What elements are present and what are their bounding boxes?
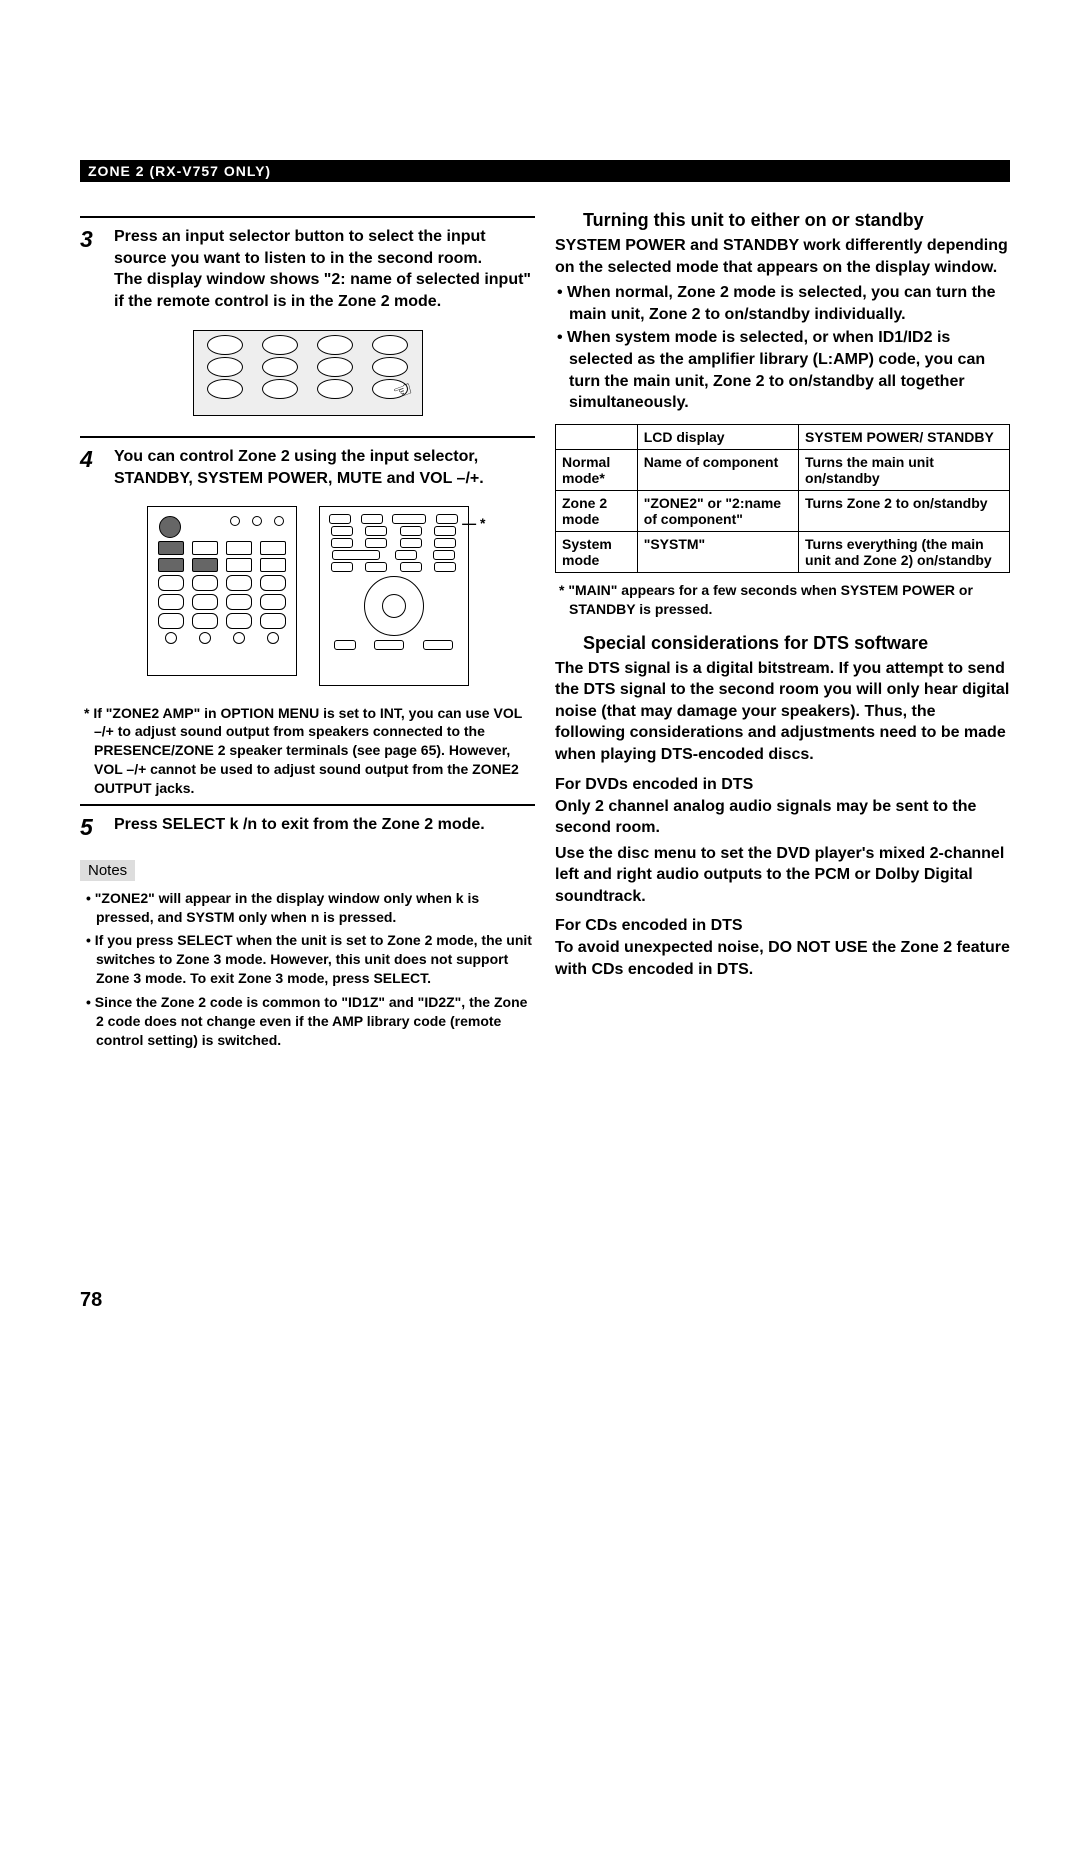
step-body: Press an input selector button to select… (114, 226, 535, 312)
cell: Turns everything (the main unit and Zone… (799, 531, 1010, 572)
intro-paragraph: SYSTEM POWER and STANDBY work differentl… (555, 235, 1010, 278)
page-number: 78 (80, 1289, 102, 1312)
footnote-text: If "ZONE2 AMP" in OPTION MENU is set to … (93, 705, 522, 797)
dvd-dts-p1: Only 2 channel analog audio signals may … (555, 796, 1010, 839)
input-selector-figure (80, 330, 535, 416)
step-5: 5 Press SELECT k /n to exit from the Zon… (80, 814, 535, 842)
step-number: 3 (80, 226, 114, 312)
step-number: 5 (80, 814, 114, 842)
table-row: Normal mode* Name of component Turns the… (556, 449, 1010, 490)
bullet-2: When system mode is selected, or when ID… (555, 327, 1010, 413)
note-2: • If you press SELECT when the unit is s… (80, 931, 535, 988)
table-row: Zone 2 mode "ZONE2" or "2:name of compon… (556, 490, 1010, 531)
table-row: System mode "SYSTM" Turns everything (th… (556, 531, 1010, 572)
left-column: 3 Press an input selector button to sele… (80, 210, 535, 1055)
table-header-row: LCD display SYSTEM POWER/ STANDBY (556, 424, 1010, 449)
cell: "ZONE2" or "2:name of component" (637, 490, 798, 531)
remote-figures: — * (80, 506, 535, 686)
input-panel-icon (193, 330, 423, 416)
step3-line1: Press an input selector button to select… (114, 228, 486, 267)
star-marker: — * (462, 515, 485, 531)
heading-dts: Special considerations for DTS software (583, 633, 1010, 654)
mode-table: LCD display SYSTEM POWER/ STANDBY Normal… (555, 424, 1010, 573)
notes-badge: Notes (80, 860, 135, 881)
step3-line2: The display window shows "2: name of sel… (114, 271, 531, 310)
manual-page: ZONE 2 (RX-V757 ONLY) 3 Press an input s… (0, 0, 1080, 1872)
th-lcd: LCD display (637, 424, 798, 449)
section-header: ZONE 2 (RX-V757 ONLY) (80, 160, 1010, 182)
step-body: You can control Zone 2 using the input s… (114, 446, 535, 489)
divider (80, 216, 535, 218)
two-column-layout: 3 Press an input selector button to sele… (80, 210, 1010, 1055)
subheading-cd-dts: For CDs encoded in DTS (555, 917, 1010, 935)
step4-footnote: * If "ZONE2 AMP" in OPTION MENU is set t… (80, 704, 535, 798)
note-3: • Since the Zone 2 code is common to "ID… (80, 993, 535, 1050)
cell: Name of component (637, 449, 798, 490)
divider (80, 804, 535, 806)
subheading-dvd-dts: For DVDs encoded in DTS (555, 776, 1010, 794)
th-blank (556, 424, 638, 449)
table-footnote: * "MAIN" appears for a few seconds when … (555, 581, 1010, 619)
cell: "SYSTM" (637, 531, 798, 572)
cell: Turns Zone 2 to on/standby (799, 490, 1010, 531)
note-1: • "ZONE2" will appear in the display win… (80, 889, 535, 927)
step-3: 3 Press an input selector button to sele… (80, 226, 535, 312)
cd-dts-p: To avoid unexpected noise, DO NOT USE th… (555, 937, 1010, 980)
remote-left-icon (147, 506, 297, 676)
remote-right-icon: — * (319, 506, 469, 686)
cell: Turns the main unit on/standby (799, 449, 1010, 490)
heading-turning-unit: Turning this unit to either on or standb… (555, 210, 1010, 231)
step-number: 4 (80, 446, 114, 489)
cell: System mode (556, 531, 638, 572)
th-system-power: SYSTEM POWER/ STANDBY (799, 424, 1010, 449)
cell: Normal mode* (556, 449, 638, 490)
step-4: 4 You can control Zone 2 using the input… (80, 446, 535, 489)
divider (80, 436, 535, 438)
dvd-dts-p2: Use the disc menu to set the DVD player'… (555, 843, 1010, 908)
right-column: Turning this unit to either on or standb… (555, 210, 1010, 1055)
bullet-1: When normal, Zone 2 mode is selected, yo… (555, 282, 1010, 325)
cell: Zone 2 mode (556, 490, 638, 531)
step-body: Press SELECT k /n to exit from the Zone … (114, 814, 535, 842)
dts-paragraph: The DTS signal is a digital bitstream. I… (555, 658, 1010, 766)
